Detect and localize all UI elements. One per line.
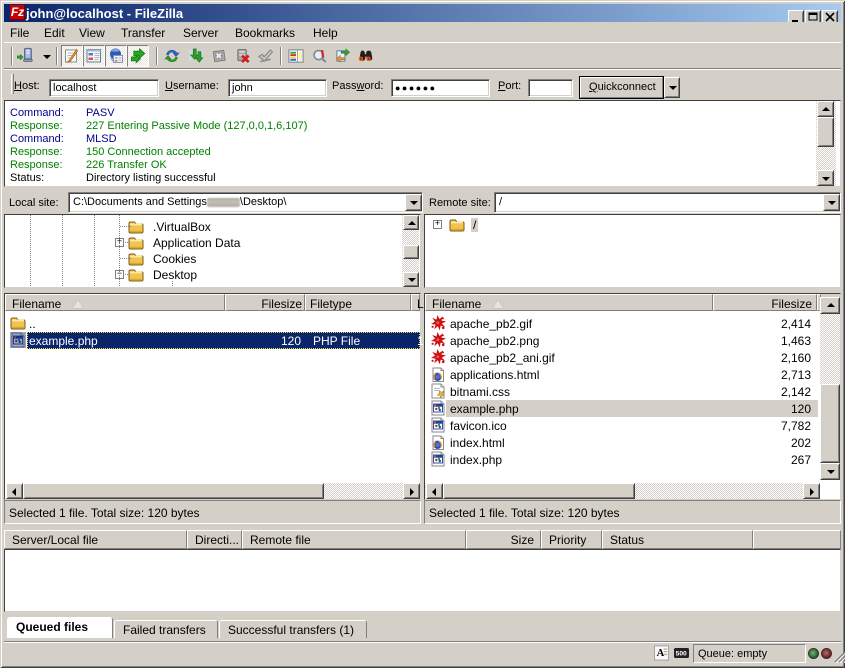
svg-text:A: A bbox=[657, 648, 665, 659]
svg-text:500: 500 bbox=[676, 651, 687, 658]
